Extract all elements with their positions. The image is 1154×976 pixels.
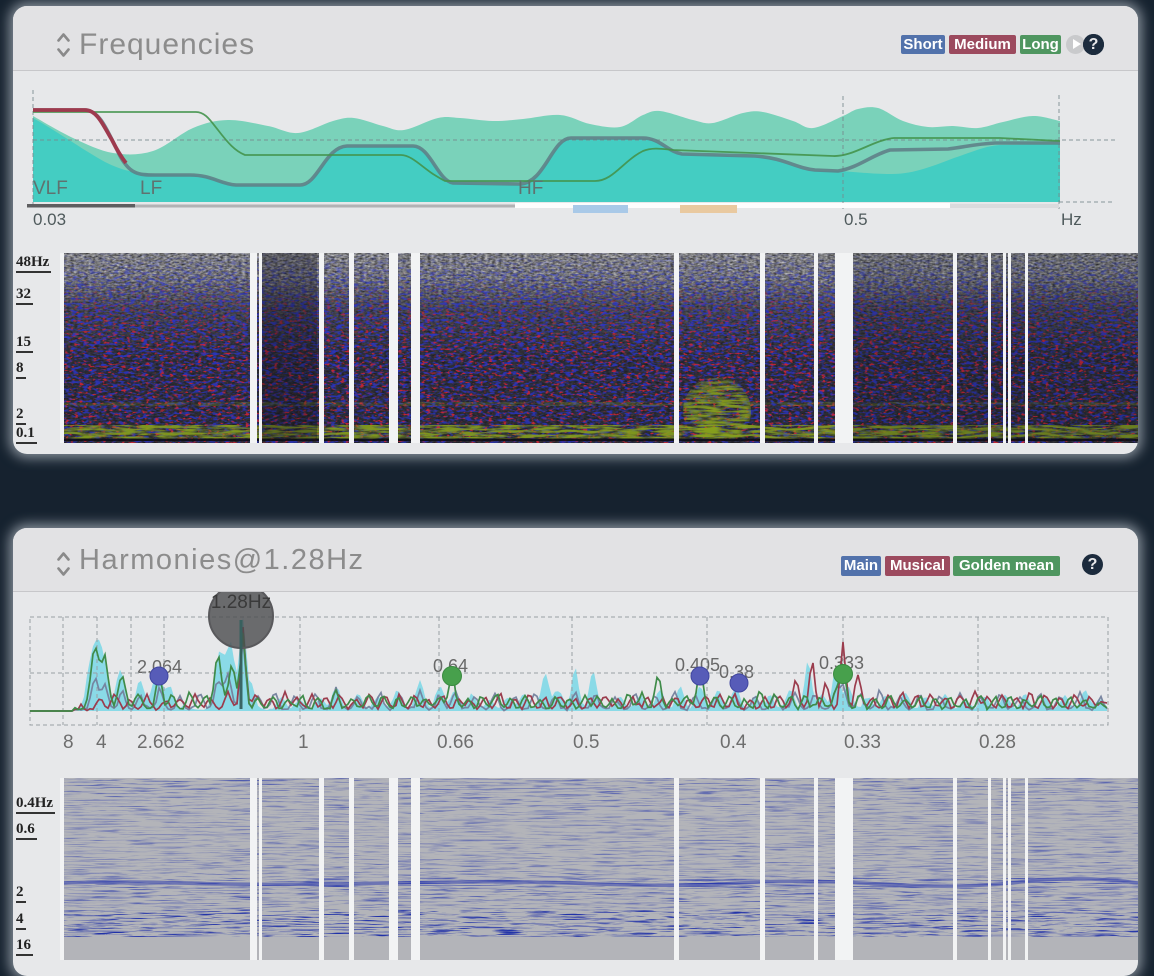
svg-text:1.28Hz: 1.28Hz bbox=[211, 592, 271, 613]
